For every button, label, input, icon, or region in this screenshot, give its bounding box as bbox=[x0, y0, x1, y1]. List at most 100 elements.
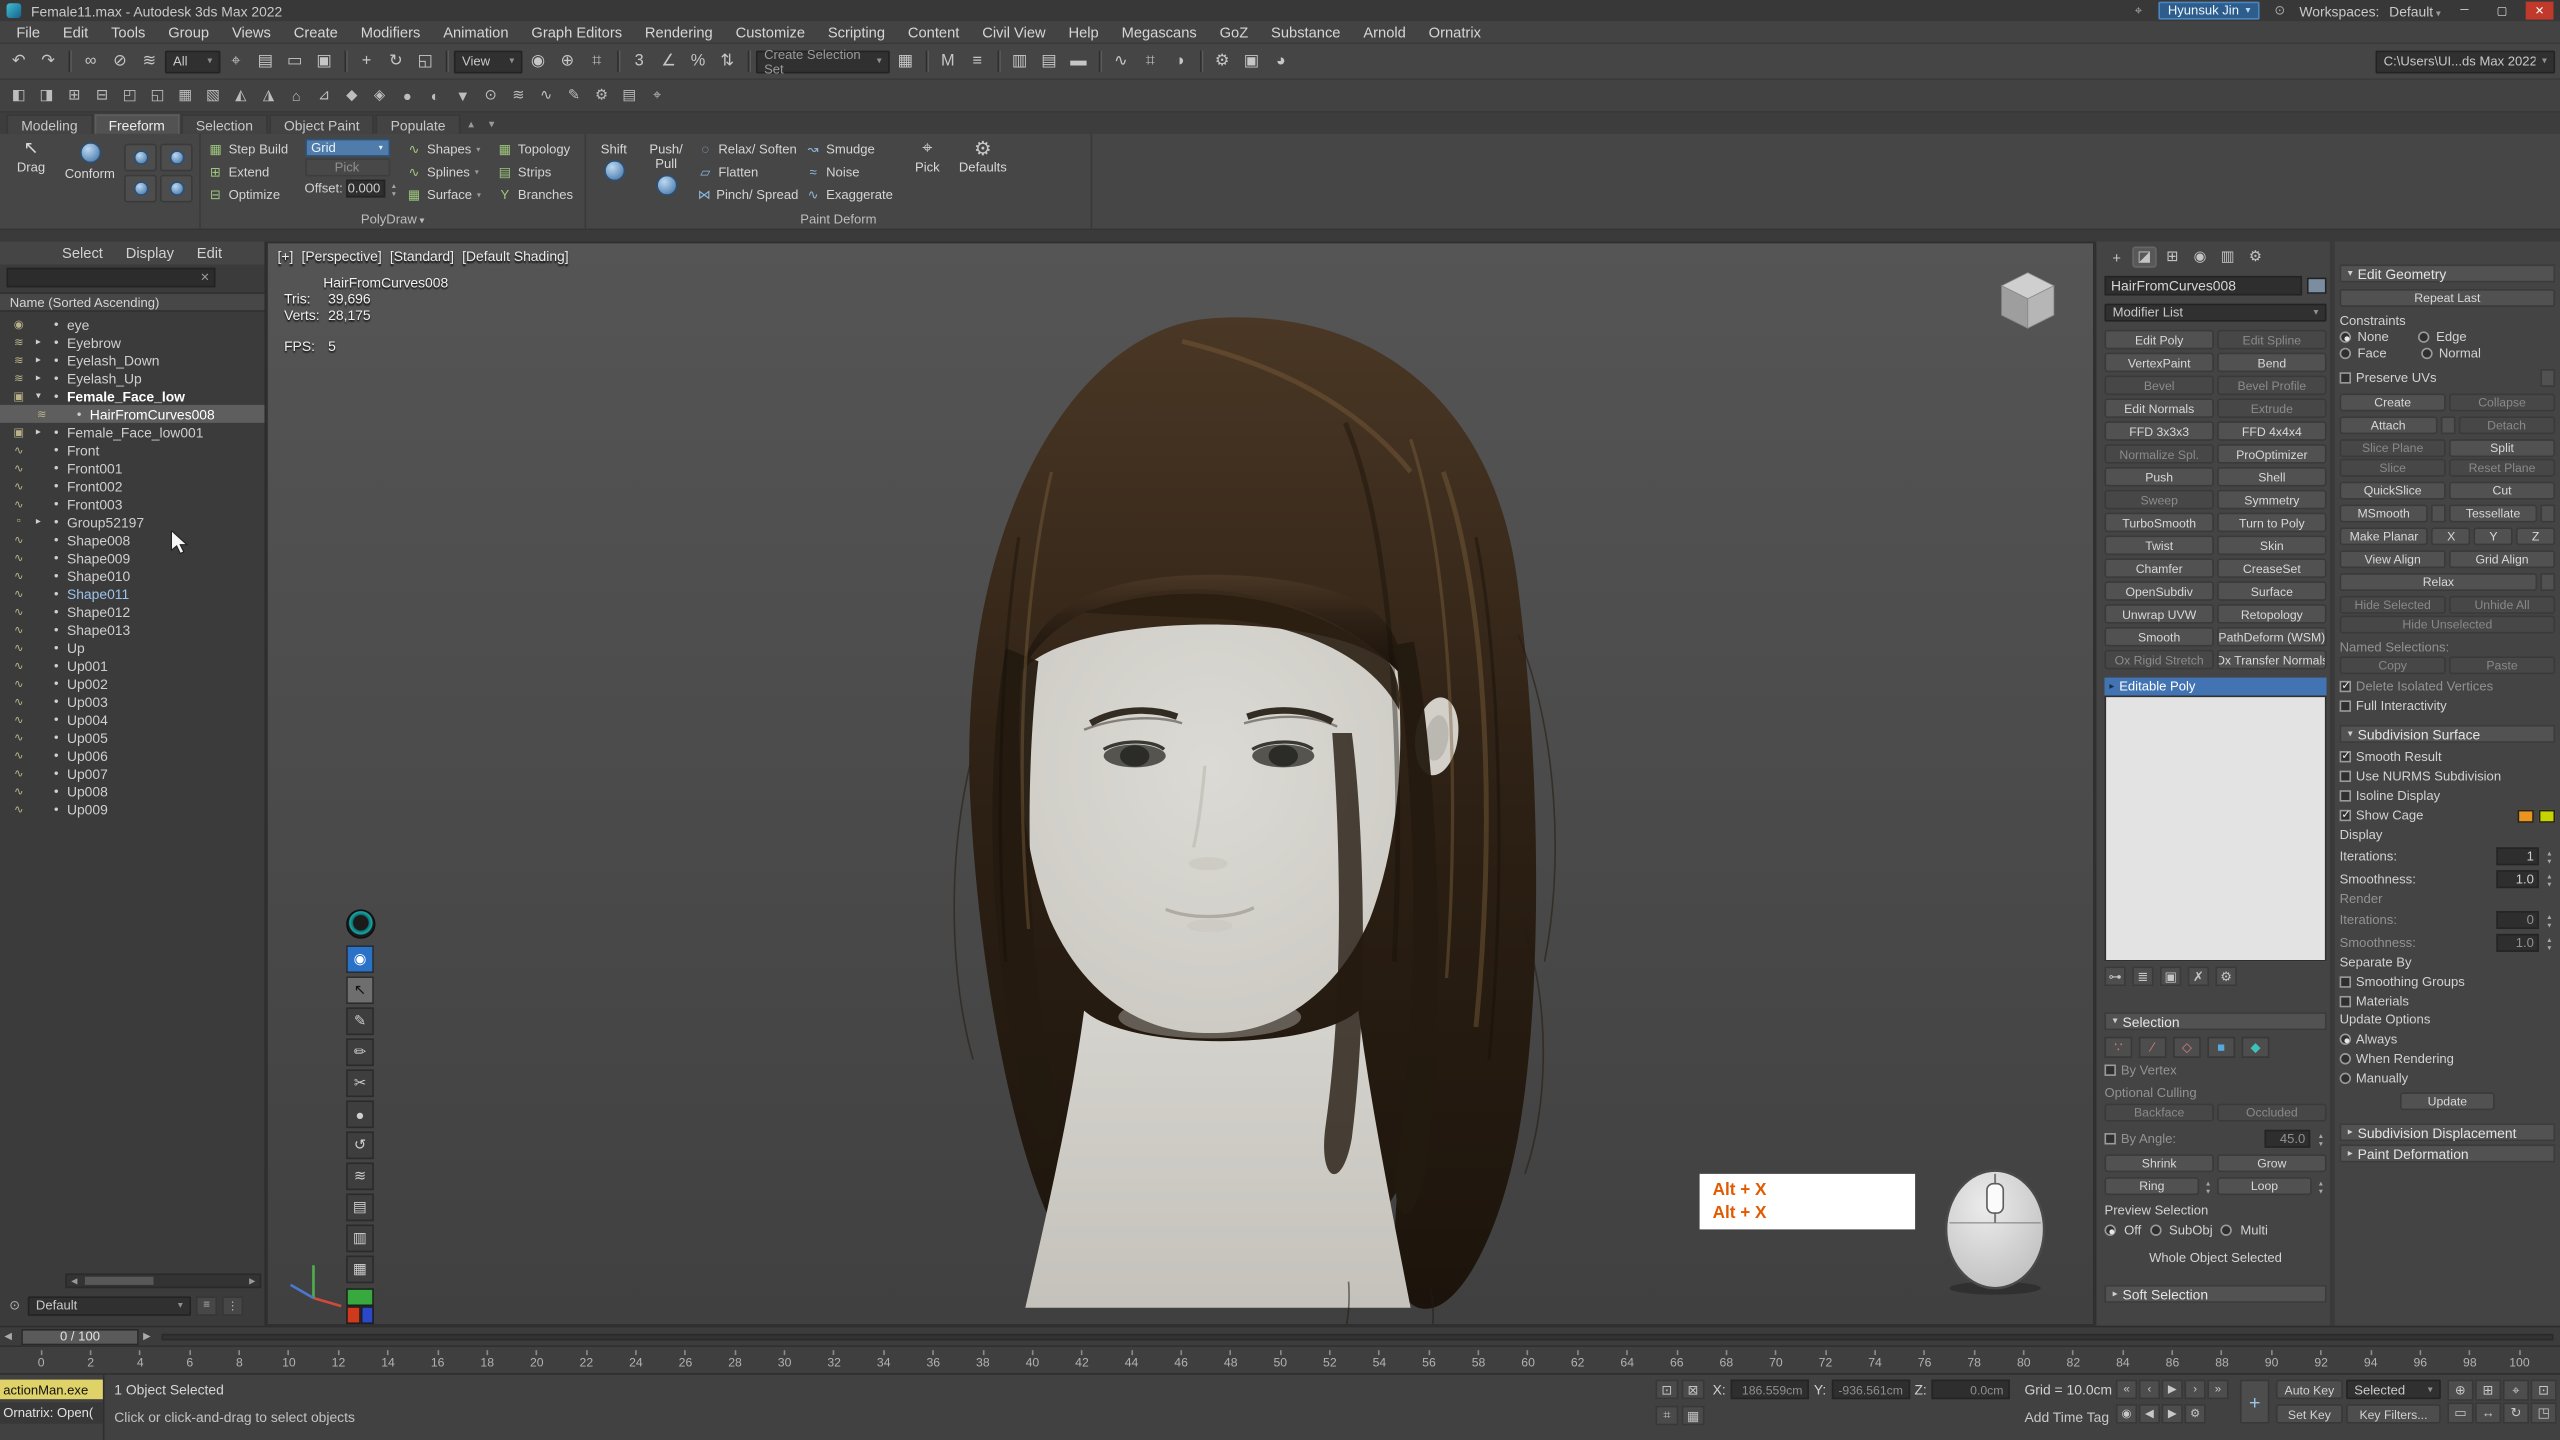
menu-help[interactable]: Help bbox=[1057, 21, 1110, 42]
render-setup-icon[interactable]: ⚙ bbox=[1208, 47, 1236, 75]
create-tab-icon[interactable]: + bbox=[2104, 247, 2128, 268]
z-coordinate-field[interactable]: 0.0cm bbox=[1932, 1380, 2010, 1400]
zoom-region-icon[interactable]: ▭ bbox=[2447, 1402, 2473, 1423]
red-color-swatch[interactable] bbox=[346, 1306, 360, 1324]
display-tab-icon[interactable]: ▥ bbox=[2216, 247, 2240, 268]
project-folder-dropdown[interactable]: C:\Users\UI...ds Max 2022 bbox=[2376, 50, 2556, 73]
optimize-button[interactable]: ⊟Optimize bbox=[207, 184, 298, 205]
loop-spinner[interactable] bbox=[2315, 1177, 2326, 1195]
pan-icon[interactable]: ↔ bbox=[2475, 1402, 2501, 1423]
ornatrix-rotate-icon[interactable]: ↺ bbox=[346, 1131, 374, 1159]
tab-selection[interactable]: Selection bbox=[181, 114, 267, 134]
plugin-tool-icon-17[interactable]: ▼ bbox=[451, 83, 475, 107]
view-align-button[interactable]: View Align bbox=[2340, 550, 2446, 568]
modifier-button[interactable]: Edit Normals bbox=[2104, 398, 2213, 418]
expand-arrow-icon[interactable]: ▸ bbox=[31, 336, 46, 347]
list-item[interactable]: ∿ ● Up003 bbox=[0, 692, 264, 710]
toggle-layer-explorer-icon[interactable]: ▤ bbox=[1035, 47, 1063, 75]
full-interactivity-checkbox[interactable] bbox=[2340, 700, 2351, 711]
configure-modifier-sets-icon[interactable]: ⚙ bbox=[2216, 967, 2237, 987]
conform-brush-icon[interactable] bbox=[124, 144, 157, 172]
ornatrix-show-guides-icon[interactable]: ◉ bbox=[346, 945, 374, 973]
create-button[interactable]: Create bbox=[2340, 393, 2446, 411]
redo-icon[interactable]: ↷ bbox=[34, 47, 62, 75]
modifier-button[interactable]: FFD 3x3x3 bbox=[2104, 421, 2213, 441]
list-item[interactable]: ∿ ● Up009 bbox=[0, 800, 264, 818]
drag-button[interactable]: ↖Drag bbox=[7, 139, 56, 175]
relax-settings-button[interactable] bbox=[2540, 573, 2555, 591]
head-model-render[interactable] bbox=[268, 243, 2095, 1325]
next-frame-button[interactable]: › bbox=[2184, 1380, 2205, 1400]
paste-button[interactable]: Paste bbox=[2449, 656, 2555, 674]
visibility-dot-icon[interactable]: ● bbox=[49, 391, 64, 401]
vertex-subobject-icon[interactable]: ∵ bbox=[2104, 1037, 2132, 1058]
update-when-rendering-radio[interactable] bbox=[2340, 1053, 2351, 1064]
exaggerate-button[interactable]: ∿Exaggerate bbox=[805, 184, 900, 205]
collapse-button[interactable]: Collapse bbox=[2449, 393, 2555, 411]
display-iterations-spinner[interactable] bbox=[2544, 847, 2555, 865]
y-coordinate-field[interactable]: -936.561cm bbox=[1831, 1380, 1909, 1400]
modifier-button[interactable]: Bevel bbox=[2104, 376, 2213, 396]
ornatrix-select-icon[interactable]: ↖ bbox=[346, 976, 374, 1004]
modifier-button[interactable]: Skin bbox=[2217, 536, 2326, 556]
cage-color-swatch[interactable] bbox=[2518, 809, 2534, 822]
bind-to-space-warp-icon[interactable]: ≋ bbox=[136, 47, 164, 75]
add-time-tag[interactable]: Add Time Tag bbox=[2024, 1409, 2109, 1425]
visibility-dot-icon[interactable]: ● bbox=[49, 373, 64, 383]
flatten-button[interactable]: ▱Flatten bbox=[697, 162, 798, 183]
menu-group[interactable]: Group bbox=[157, 21, 221, 42]
render-smoothness-spinner[interactable] bbox=[2544, 934, 2555, 952]
subdivision-displacement-rollout-header[interactable]: ▸Subdivision Displacement bbox=[2340, 1123, 2556, 1141]
msmooth-settings-button[interactable] bbox=[2431, 504, 2446, 522]
key-mode-toggle-button[interactable]: ◉ bbox=[2116, 1404, 2137, 1424]
previous-key-button[interactable]: ◀ bbox=[2139, 1404, 2160, 1424]
go-to-start-button[interactable]: « bbox=[2116, 1380, 2137, 1400]
update-button[interactable]: Update bbox=[2400, 1092, 2495, 1110]
occluded-culling-button[interactable]: Occluded bbox=[2217, 1104, 2326, 1122]
detach-button[interactable]: Detach bbox=[2458, 416, 2555, 434]
conform-brush-icon[interactable] bbox=[160, 175, 193, 203]
list-item[interactable]: ∿ ● Front003 bbox=[0, 495, 264, 513]
update-always-radio[interactable] bbox=[2340, 1033, 2351, 1044]
modifier-button[interactable]: Unwrap UVW bbox=[2104, 604, 2213, 624]
paint-deform-section-label[interactable]: Paint Deform bbox=[586, 212, 1090, 227]
explorer-menu-display[interactable]: Display bbox=[116, 245, 184, 261]
visibility-dot-icon[interactable]: ● bbox=[49, 427, 64, 437]
unlink-selection-icon[interactable]: ⊘ bbox=[106, 47, 134, 75]
planar-z-button[interactable]: Z bbox=[2516, 527, 2555, 545]
polygon-subobject-icon[interactable]: ■ bbox=[2207, 1037, 2235, 1058]
list-item[interactable]: ∿ ● Shape010 bbox=[0, 567, 264, 585]
explorer-search-input[interactable] bbox=[8, 270, 196, 285]
modifier-button[interactable]: Retopology bbox=[2217, 604, 2326, 624]
selection-rollout-header[interactable]: ▾Selection bbox=[2104, 1012, 2326, 1030]
list-item[interactable]: ∿ ● Front001 bbox=[0, 459, 264, 477]
expand-arrow-icon[interactable]: ▸ bbox=[31, 516, 46, 527]
ornatrix-clump-icon[interactable]: ≋ bbox=[346, 1162, 374, 1190]
modifier-button[interactable]: Turn to Poly bbox=[2217, 513, 2326, 533]
visibility-dot-icon[interactable]: ● bbox=[49, 571, 64, 581]
render-iterations-field[interactable]: 0 bbox=[2496, 911, 2538, 929]
expand-arrow-icon[interactable]: ▸ bbox=[31, 354, 46, 365]
polydraw-section-label[interactable]: PolyDraw bbox=[201, 212, 585, 227]
render-production-icon[interactable]: ◕ bbox=[1267, 47, 1295, 75]
list-item[interactable]: ∿ ● Front bbox=[0, 441, 264, 459]
toggle-scene-explorer-icon[interactable]: ▥ bbox=[1006, 47, 1034, 75]
modifier-button[interactable]: ProOptimizer bbox=[2217, 444, 2326, 464]
ribbon-minimize-icon[interactable] bbox=[462, 114, 481, 134]
menu-ornatrix[interactable]: Ornatrix bbox=[1417, 21, 1492, 42]
plugin-tool-icon-01[interactable]: ◧ bbox=[7, 83, 31, 107]
selection-lock-toggle-icon[interactable]: ⊠ bbox=[1682, 1380, 1705, 1400]
edge-subobject-icon[interactable]: ∕ bbox=[2139, 1037, 2167, 1058]
make-unique-icon[interactable]: ▣ bbox=[2160, 967, 2181, 987]
render-smoothness-field[interactable]: 1.0 bbox=[2496, 934, 2538, 952]
step-build-button[interactable]: ▦Step Build bbox=[207, 139, 298, 160]
quickslice-button[interactable]: QuickSlice bbox=[2340, 482, 2446, 500]
perspective-viewport[interactable]: [+][Perspective][Standard][Default Shadi… bbox=[266, 242, 2095, 1326]
visibility-dot-icon[interactable]: ● bbox=[49, 750, 64, 760]
tab-object-paint[interactable]: Object Paint bbox=[269, 114, 374, 134]
x-coordinate-field[interactable]: 186.559cm bbox=[1731, 1380, 1809, 1400]
constraint-edge-radio[interactable] bbox=[2418, 331, 2429, 342]
list-item[interactable]: ∿ ● Shape008 bbox=[0, 531, 264, 549]
key-filters-button[interactable]: Key Filters... bbox=[2346, 1404, 2441, 1424]
explorer-horizontal-scrollbar[interactable]: ◀ ▶ bbox=[65, 1273, 261, 1288]
